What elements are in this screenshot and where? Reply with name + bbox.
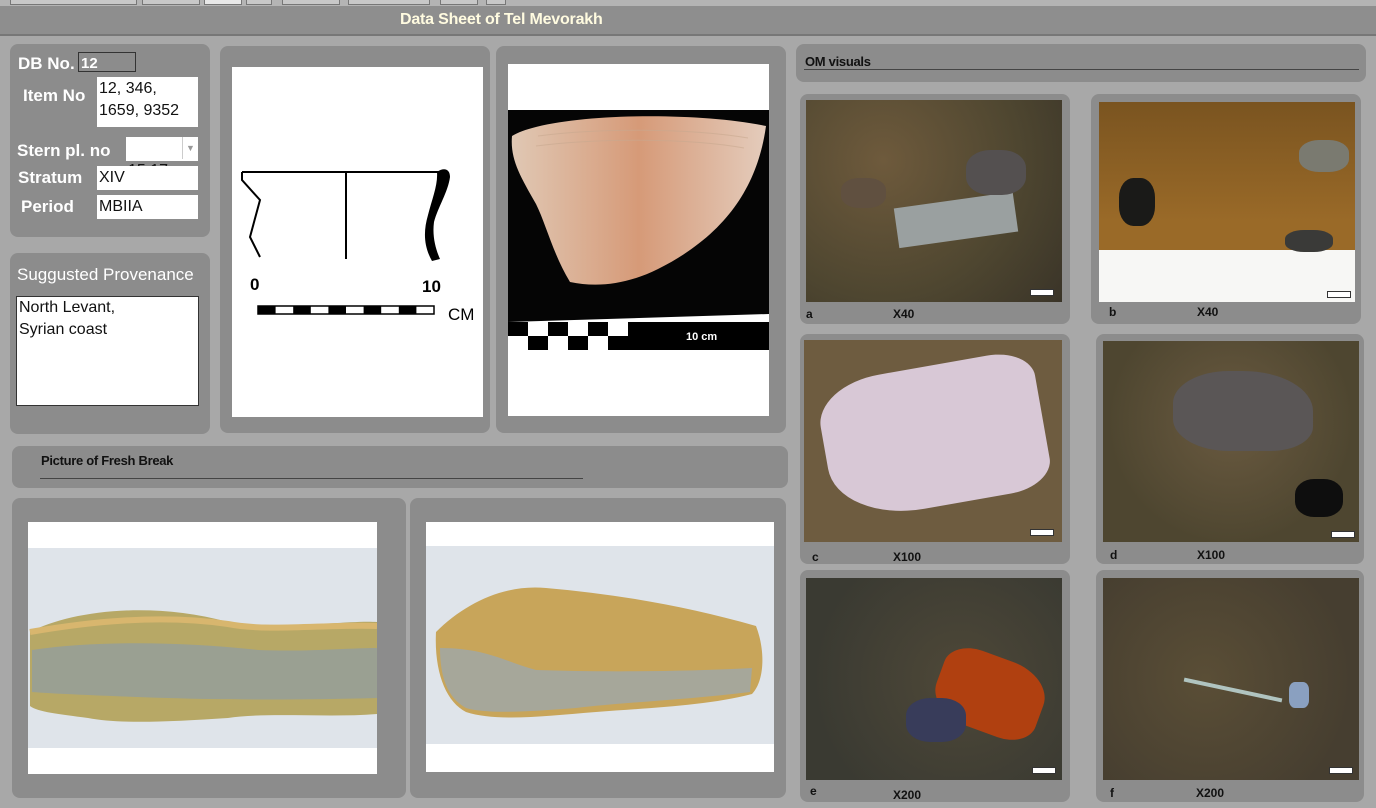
om-visuals-label: OM visuals [805, 54, 871, 69]
toolbar-button[interactable] [204, 0, 242, 5]
toolbar-button[interactable] [142, 0, 200, 5]
om-image-d [1103, 341, 1359, 542]
page-title: Data Sheet of Tel Mevorakh [400, 11, 603, 28]
fresh-break-label: Picture of Fresh Break [41, 453, 174, 468]
stern-no-select[interactable]: 15:17 ▼ [126, 137, 198, 179]
item-no-label: Item No [23, 86, 86, 105]
photo-scale-label: 10 cm [686, 331, 717, 343]
provenance-label: Suggusted Provenance [17, 265, 194, 284]
fresh-break-photo-2 [426, 546, 774, 744]
om-image-e [806, 578, 1062, 780]
fresh-break-image-2 [426, 522, 774, 772]
fresh-break-panel-2 [410, 498, 786, 798]
om-mag-f: X200 [1196, 786, 1225, 800]
om-panel-d: d X100 [1096, 334, 1364, 564]
toolbar-button[interactable] [440, 0, 478, 5]
fresh-break-divider [40, 478, 583, 479]
fresh-break-header: Picture of Fresh Break [12, 446, 788, 488]
fresh-break-photo-1 [28, 548, 377, 748]
om-letter-f: f [1110, 786, 1114, 800]
om-letter-c: c [812, 550, 819, 564]
om-mag-e: X200 [893, 788, 922, 802]
sherd-photo: 10 cm [508, 64, 769, 416]
drawing-scale-end: 10 [422, 277, 441, 296]
provenance-field[interactable]: North Levant, Syrian coast [16, 296, 199, 406]
db-no-value: 12 [81, 55, 98, 72]
provenance-panel: Suggusted Provenance North Levant, Syria… [10, 253, 210, 434]
drawing-panel: 0 10 CM [220, 46, 490, 433]
sherd-photograph: 10 cm [508, 110, 769, 366]
title-bar: Data Sheet of Tel Mevorakh [0, 6, 1376, 36]
toolbar-button[interactable] [486, 0, 506, 5]
om-mag-d: X100 [1197, 548, 1226, 562]
toolbar-button[interactable] [282, 0, 340, 5]
toolbar-button[interactable] [246, 0, 272, 5]
period-label: Period [21, 197, 74, 216]
period-field[interactable]: MBIIA [97, 195, 198, 219]
om-visuals-divider [804, 69, 1359, 70]
db-no-field[interactable]: 12 [78, 52, 136, 72]
fresh-break-panel-1 [12, 498, 406, 798]
record-panel: DB No. 12 Item No 12, 346, 1659, 9352 St… [10, 44, 210, 237]
om-image-a [806, 100, 1062, 302]
om-panel-e: e X200 [800, 570, 1070, 802]
om-letter-a: a [806, 307, 813, 321]
photo-panel: 10 cm [496, 46, 786, 433]
om-letter-e: e [810, 784, 817, 798]
stratum-label: Stratum [18, 168, 83, 187]
db-no-label: DB No. [18, 54, 75, 73]
om-image-f [1103, 578, 1359, 780]
item-no-field[interactable]: 12, 346, 1659, 9352 [97, 77, 198, 127]
om-panel-a: a X40 [800, 94, 1070, 324]
fresh-break-image-1 [28, 522, 377, 774]
om-mag-c: X100 [893, 550, 922, 564]
stratum-field[interactable]: XIV [97, 166, 198, 190]
sherd-profile-drawing: 0 10 CM [241, 169, 474, 324]
om-panel-c: c X100 [800, 334, 1070, 564]
sherd-drawing: 0 10 CM [232, 67, 483, 417]
om-mag-b: X40 [1197, 305, 1219, 319]
drawing-scale-start: 0 [250, 275, 259, 294]
om-letter-b: b [1109, 305, 1117, 319]
om-letter-d: d [1110, 548, 1118, 562]
dropdown-arrow-icon[interactable]: ▼ [182, 137, 198, 159]
om-mag-a: X40 [893, 307, 915, 321]
toolbar-button[interactable] [348, 0, 430, 5]
om-visuals-header: OM visuals [796, 44, 1366, 82]
toolbar-button[interactable] [10, 0, 137, 5]
om-panel-b: b X40 [1091, 94, 1361, 324]
om-image-c [804, 340, 1062, 542]
om-image-b [1099, 102, 1355, 302]
stern-no-label: Stern pl. no [17, 141, 111, 160]
om-panel-f: f X200 [1096, 570, 1364, 802]
drawing-scale-unit: CM [448, 305, 474, 324]
